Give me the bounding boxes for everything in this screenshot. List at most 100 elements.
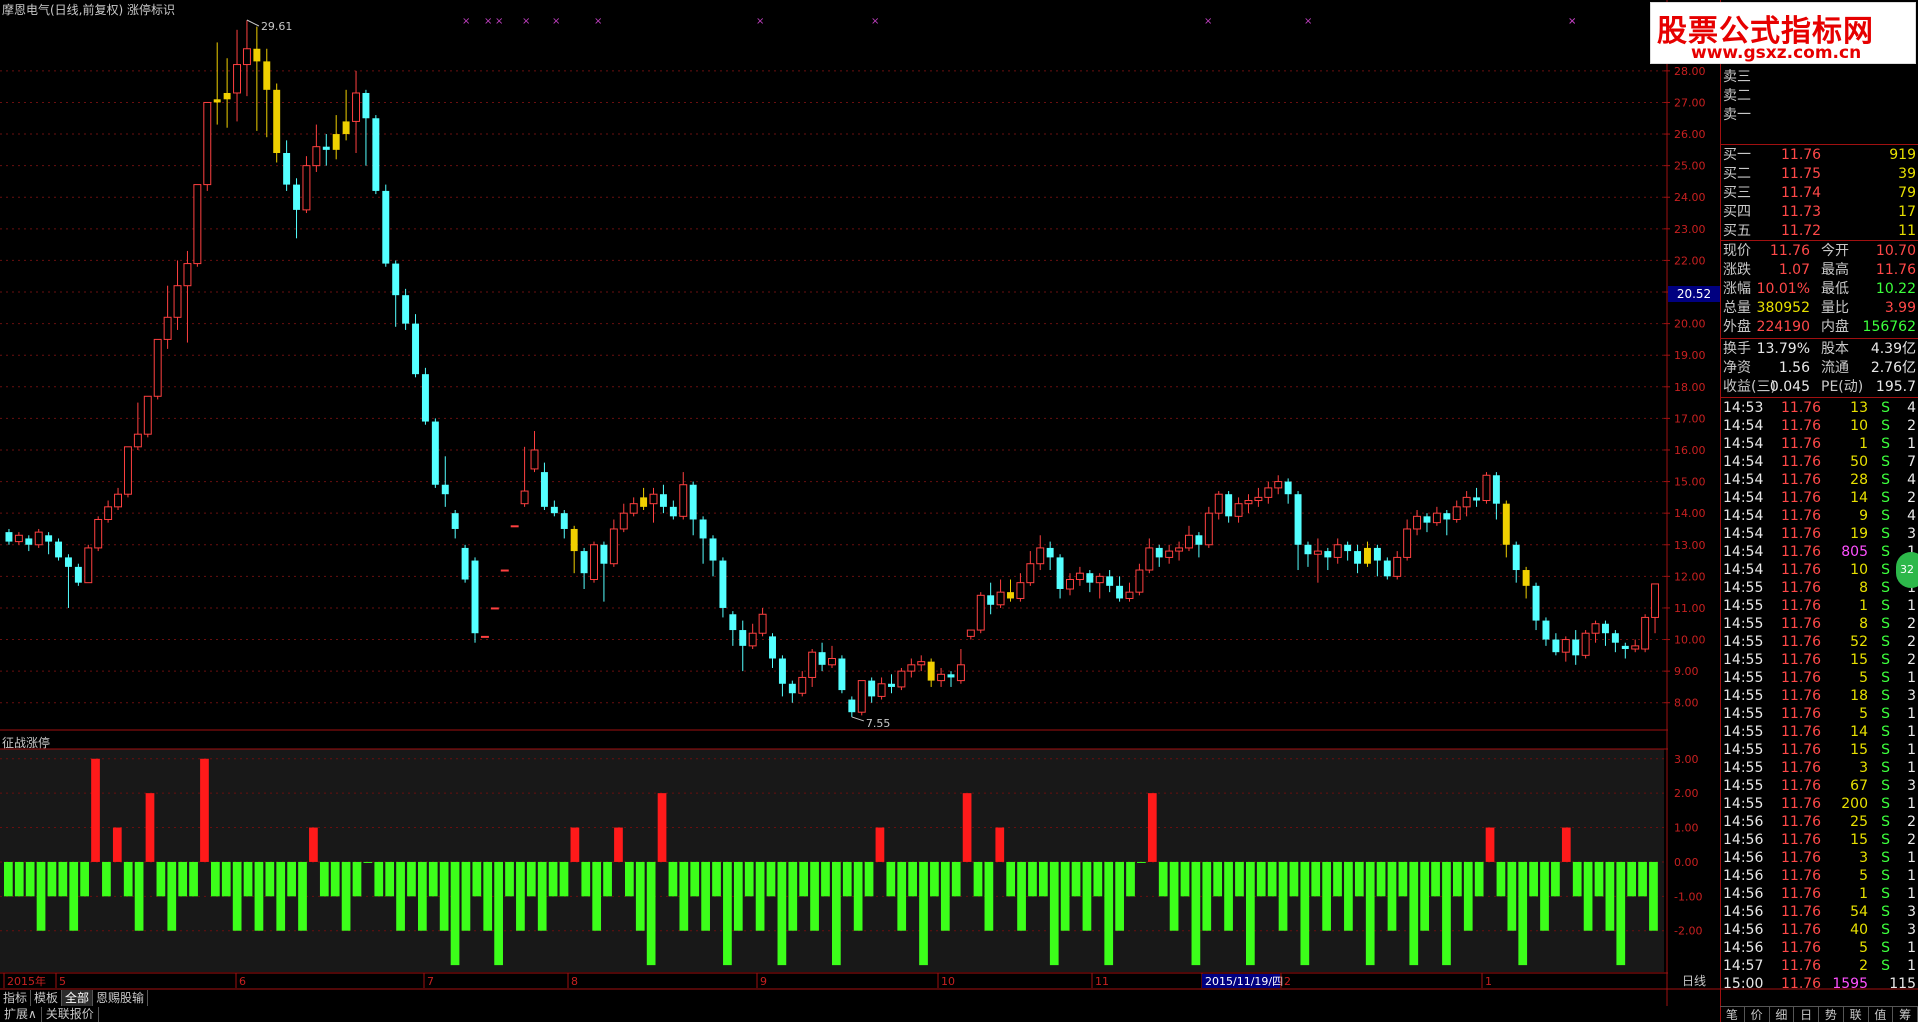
candle-body bbox=[94, 518, 103, 549]
indicator-bar bbox=[1256, 861, 1266, 897]
tab-indicator[interactable]: 指标 bbox=[0, 990, 32, 1006]
indicator-bar bbox=[1638, 861, 1647, 897]
indicator-bar bbox=[1594, 861, 1604, 897]
tick-price: 11.76 bbox=[1781, 706, 1822, 722]
tab-template[interactable]: 模板 bbox=[31, 990, 63, 1006]
side-tab[interactable]: 势 bbox=[1819, 1007, 1844, 1022]
candle-body bbox=[1214, 493, 1223, 514]
buy-level[interactable]: 买三 11.74 79 bbox=[1723, 184, 1916, 202]
indicator-bar bbox=[232, 861, 242, 931]
high-marker bbox=[246, 19, 260, 27]
candle-body bbox=[1066, 579, 1074, 590]
indicator-bar bbox=[984, 861, 994, 931]
side-tab[interactable]: 日 bbox=[1794, 1007, 1819, 1022]
candle-body bbox=[5, 532, 13, 542]
indicator-bar bbox=[777, 861, 787, 966]
buy-level[interactable]: 买二 11.75 39 bbox=[1723, 165, 1916, 183]
period-label[interactable]: 日线 bbox=[1668, 972, 1720, 989]
quote-label: 净资 bbox=[1723, 360, 1751, 376]
tick-row: 14:55 11.76 200 S 1 bbox=[1723, 795, 1916, 813]
tick-volume: 1595 bbox=[1832, 976, 1868, 992]
tab-custom[interactable]: 恩赐股输 bbox=[93, 990, 149, 1006]
side-tab[interactable]: 笔 bbox=[1720, 1007, 1745, 1022]
candle-body bbox=[1056, 557, 1064, 589]
tick-volume: 805 bbox=[1841, 544, 1868, 560]
candle-body bbox=[1561, 639, 1570, 653]
price-axis-label: 9.00 bbox=[1674, 665, 1699, 678]
kline-chart[interactable]: 28.0027.0026.0025.0024.0023.0022.0021.00… bbox=[0, 0, 1918, 1022]
side-tab[interactable]: 联 bbox=[1844, 1007, 1869, 1022]
quote-value: 380952 bbox=[1756, 300, 1810, 316]
indicator-bar bbox=[603, 861, 612, 897]
candle-body bbox=[540, 472, 548, 507]
tick-time: 14:54 bbox=[1723, 490, 1764, 506]
side-tab[interactable]: 值 bbox=[1869, 1007, 1894, 1022]
candle-body bbox=[392, 263, 400, 296]
indicator-bar bbox=[1354, 861, 1364, 897]
tick-volume: 50 bbox=[1850, 454, 1868, 470]
candle-body bbox=[74, 566, 82, 583]
date-axis-label: 9 bbox=[760, 975, 767, 988]
price-axis-label: 19.00 bbox=[1674, 349, 1706, 362]
price-axis-label: 26.00 bbox=[1674, 128, 1706, 141]
candle-body bbox=[273, 89, 281, 154]
buy-level[interactable]: 买四 11.73 17 bbox=[1723, 203, 1916, 221]
candle-body bbox=[520, 490, 529, 505]
buy-label: 买四 bbox=[1723, 204, 1751, 220]
candle-body bbox=[838, 658, 846, 691]
tick-price: 11.76 bbox=[1781, 580, 1822, 596]
indicator-bar bbox=[1518, 861, 1528, 966]
candle-body bbox=[143, 395, 152, 435]
candle-body bbox=[322, 146, 330, 150]
side-tab[interactable]: 价 bbox=[1745, 1007, 1770, 1022]
tick-volume: 1 bbox=[1859, 436, 1868, 452]
quote-label: 内盘 bbox=[1821, 319, 1849, 335]
indicator-badge[interactable]: 32 bbox=[1896, 552, 1918, 588]
tick-row: 14:55 11.76 1 S 1 bbox=[1723, 597, 1916, 615]
limit-marker: × bbox=[1304, 16, 1312, 27]
sell-level[interactable]: 卖三 bbox=[1723, 68, 1916, 86]
indicator-bar bbox=[1649, 861, 1658, 931]
indicator-bar bbox=[1039, 861, 1048, 897]
quote-label: 最低 bbox=[1821, 281, 1849, 297]
price-axis-label: 11.00 bbox=[1674, 602, 1706, 615]
date-axis-label: 1 bbox=[1485, 975, 1492, 988]
indicator-bar bbox=[80, 861, 89, 897]
tick-side: S bbox=[1881, 652, 1890, 668]
indicator-bar bbox=[1507, 861, 1517, 931]
indicator-axis-label: 2.00 bbox=[1674, 787, 1699, 800]
buy-label: 买二 bbox=[1723, 166, 1751, 182]
candle-body bbox=[123, 446, 132, 495]
candle-body bbox=[1125, 591, 1134, 599]
sell-level[interactable]: 卖一 bbox=[1723, 106, 1916, 124]
indicator-bar bbox=[1049, 861, 1059, 966]
indicator-bar bbox=[1333, 861, 1342, 897]
tick-time: 15:00 bbox=[1723, 976, 1764, 992]
side-tab[interactable]: 筹 bbox=[1893, 1007, 1918, 1022]
candle-body bbox=[55, 541, 63, 558]
candle-body bbox=[510, 525, 519, 528]
limit-marker: × bbox=[871, 16, 879, 27]
tick-price: 11.76 bbox=[1781, 814, 1822, 830]
buy-level[interactable]: 买五 11.72 11 bbox=[1723, 222, 1916, 240]
tick-volume: 5 bbox=[1859, 868, 1868, 884]
indicator-bar bbox=[690, 861, 700, 897]
tick-price: 11.76 bbox=[1781, 760, 1822, 776]
tick-time: 14:55 bbox=[1723, 598, 1764, 614]
indicator-bar bbox=[254, 861, 264, 931]
sell-level[interactable]: 卖二 bbox=[1723, 87, 1916, 105]
buy-volume: 39 bbox=[1898, 166, 1916, 182]
side-tab[interactable]: 细 bbox=[1770, 1007, 1795, 1022]
tab-expand[interactable]: 扩展∧ bbox=[0, 1007, 42, 1022]
tick-time: 14:56 bbox=[1723, 814, 1764, 830]
tick-price: 11.76 bbox=[1781, 634, 1822, 650]
quote-row: 换手 13.79% 股本 4.39亿 bbox=[1723, 340, 1916, 358]
tab-all[interactable]: 全部 bbox=[62, 990, 94, 1006]
chart-area[interactable]: 28.0027.0026.0025.0024.0023.0022.0021.00… bbox=[0, 0, 1918, 1022]
price-axis-label: 16.00 bbox=[1674, 444, 1706, 457]
candle-body bbox=[1145, 547, 1154, 571]
tab-related-quote[interactable]: 关联报价 bbox=[42, 1007, 99, 1022]
indicator-bar bbox=[1529, 861, 1538, 897]
buy-level[interactable]: 买一 11.76 919 bbox=[1723, 146, 1916, 164]
indicator-bar bbox=[1496, 861, 1506, 897]
